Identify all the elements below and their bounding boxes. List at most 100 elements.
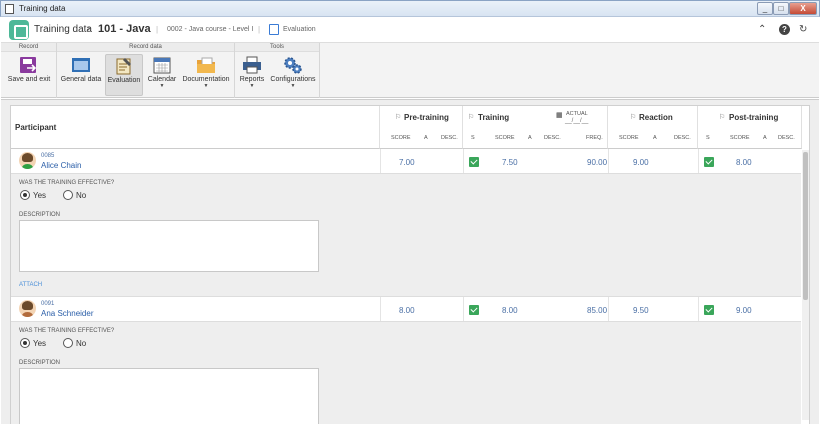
scrollbar-thumb[interactable] [803,152,808,300]
sub-header-desc: DESC. [544,135,561,141]
flag-icon: ⚐ [630,114,637,121]
training-cell[interactable]: 8.00 85.00 [463,297,608,321]
sub-header-score: SCORE [495,135,515,141]
dropdown-arrow-icon: ▼ [249,83,255,89]
participant-id: 0091 [41,301,55,307]
minimize-button[interactable]: _ [757,2,773,15]
attach-link[interactable]: ATTACH [19,282,42,288]
evaluation-label: Evaluation [107,77,141,84]
yes-radio-label[interactable]: Yes [33,339,46,348]
general-data-button[interactable]: General data [59,54,103,96]
post-training-cell[interactable]: 8.00 [698,149,802,173]
no-radio[interactable] [63,190,73,200]
no-radio-label[interactable]: No [76,191,86,200]
close-button[interactable]: X [789,2,817,15]
record-title: 101 - Java [98,23,151,35]
evaluation-grid: Participant ⚐ Pre-training SCORE A DESC.… [10,105,810,424]
post-training-score: 8.00 [736,158,752,167]
no-radio-label[interactable]: No [76,339,86,348]
actual-date-value[interactable]: __/__/__ [565,118,588,124]
check-icon[interactable] [469,305,479,315]
training-label: Training [478,113,510,122]
sub-header-a: A [424,135,428,141]
check-icon[interactable] [704,157,714,167]
description-textarea[interactable] [19,220,319,272]
evaluation-button[interactable]: Evaluation [105,54,143,96]
maximize-button[interactable]: □ [773,2,789,15]
vertical-scrollbar[interactable] [802,150,809,420]
general-data-label: General data [60,76,102,83]
configurations-button[interactable]: Configurations ▼ [269,54,317,96]
breadcrumb-root[interactable]: Training data [34,24,92,35]
training-frequency: 90.00 [587,158,608,167]
help-icon[interactable]: ? [779,24,790,35]
training-frequency: 85.00 [587,306,608,315]
calendar-icon: ▦ [556,112,563,119]
collapse-icon[interactable]: ⌃ [758,24,766,35]
row-detail-panel: WAS THE TRAINING EFFECTIVE? Yes No DESCR… [11,174,801,297]
reaction-cell[interactable]: 9.00 [608,149,698,173]
pre-training-cell[interactable]: 8.00 [380,297,463,321]
participant-name[interactable]: Alice Chain [41,161,81,170]
folder-icon [196,56,216,74]
training-cell[interactable]: 7.50 90.00 [463,149,608,173]
pre-training-label: Pre-training [404,113,449,122]
table-row[interactable]: 0091 Ana Schneider 8.00 8.00 85.00 9.50 … [11,297,801,322]
evaluation-area: Participant ⚐ Pre-training SCORE A DESC.… [1,99,819,424]
post-training-score: 9.00 [736,306,752,315]
group-divider [234,43,235,98]
no-radio[interactable] [63,338,73,348]
documentation-button[interactable]: Documentation ▼ [181,54,231,96]
refresh-icon[interactable]: ↻ [799,24,807,35]
gears-icon [283,56,303,74]
page-header: Training data › 101 - Java | 0002 - Java… [1,18,819,42]
general-data-icon [71,56,91,74]
post-training-cell[interactable]: 9.00 [698,297,802,321]
document-icon [5,4,14,14]
sub-header-score: SCORE [391,135,411,141]
sub-header-score: SCORE [730,135,750,141]
reaction-score: 9.00 [633,158,649,167]
calendar-button[interactable]: Calendar ▼ [145,54,179,96]
yes-radio[interactable] [20,338,30,348]
flag-icon: ⚐ [395,114,402,121]
calendar-label: Calendar [147,76,177,83]
pre-training-score: 7.00 [399,158,415,167]
participant-header-label: Participant [15,123,57,132]
effectiveness-question: WAS THE TRAINING EFFECTIVE? [19,180,115,186]
yes-radio[interactable] [20,190,30,200]
check-icon[interactable] [469,157,479,167]
configurations-label: Configurations [270,76,316,83]
participant-column-header[interactable]: Participant [11,106,380,149]
yes-radio-label[interactable]: Yes [33,191,46,200]
table-row[interactable]: 0085 Alice Chain 7.00 7.50 90.00 9.00 8.… [11,149,801,174]
pre-training-cell[interactable]: 7.00 [380,149,463,173]
pre-training-score: 8.00 [399,306,415,315]
group-title-record-data: Record data [57,43,234,52]
reaction-cell[interactable]: 9.50 [608,297,698,321]
save-exit-icon [19,56,39,74]
reports-button[interactable]: Reports ▼ [237,54,267,96]
evaluation-icon [114,57,134,75]
flag-icon: ⚐ [719,114,726,121]
description-label: DESCRIPTION [19,360,61,366]
group-title-tools: Tools [235,43,319,52]
check-icon[interactable] [704,305,714,315]
window-title: Training data [19,4,66,13]
participant-name[interactable]: Ana Schneider [41,309,93,318]
toolbar-ribbon: Record Record data Tools Save and exit G… [1,42,819,98]
description-textarea[interactable] [19,368,319,424]
group-divider [56,43,57,98]
sub-header-desc: DESC. [778,135,795,141]
save-and-exit-button[interactable]: Save and exit [5,54,53,96]
post-training-column-header: ⚐ Post-training S SCORE A DESC. [698,106,802,149]
sub-header-desc: DESC. [441,135,458,141]
sub-header-s: S [706,135,710,141]
window-titlebar: Training data _ □ X [0,0,820,17]
effectiveness-question: WAS THE TRAINING EFFECTIVE? [19,328,115,334]
group-title-record: Record [1,43,56,52]
course-label: 0002 - Java course - Level I [167,26,254,33]
reaction-score: 9.50 [633,306,649,315]
divider: | [156,25,159,34]
reports-label: Reports [239,76,265,83]
